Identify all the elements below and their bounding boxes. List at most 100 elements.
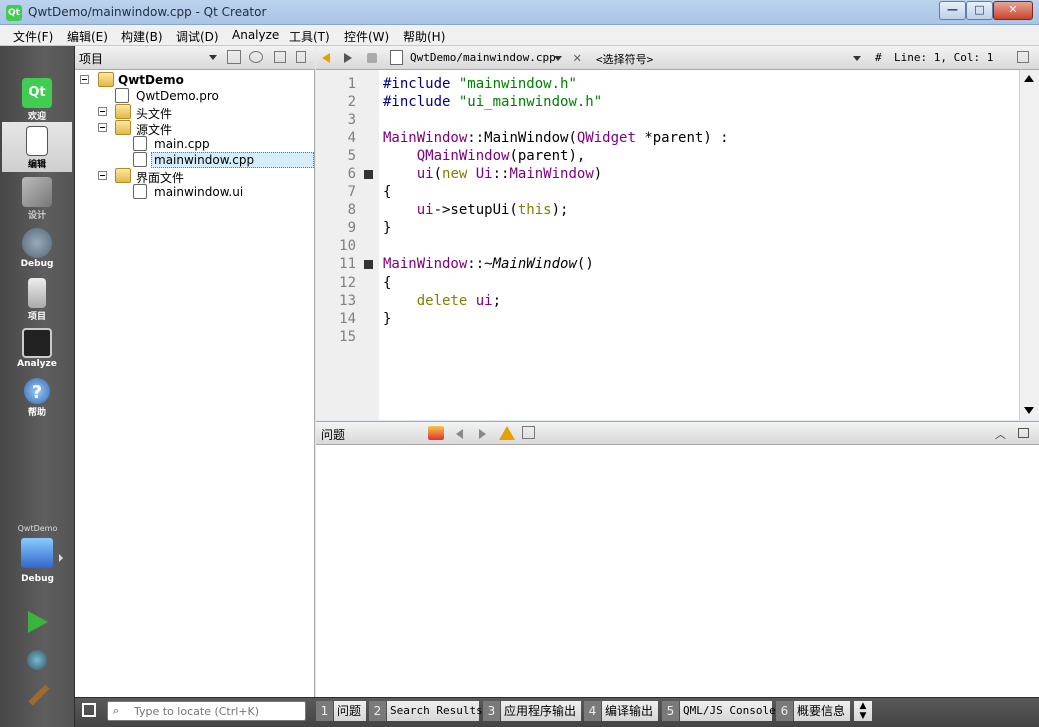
warning-filter-icon[interactable]: [499, 426, 515, 440]
folder-icon: [115, 120, 131, 135]
menu-bar: 文件(F) 编辑(E) 构建(B) 调试(D) Analyze 工具(T) 控件…: [0, 25, 1039, 46]
collapse-icon[interactable]: [98, 123, 107, 132]
output-tab-qml-console[interactable]: 5 QML/JS Console: [662, 701, 776, 721]
tab-number: 2: [369, 701, 386, 721]
close-document-icon[interactable]: ✕: [573, 50, 581, 66]
fold-marker-icon[interactable]: [364, 260, 373, 269]
tree-node-project[interactable]: QwtDemo: [80, 72, 310, 88]
document-dropdown-chevron-icon[interactable]: [554, 56, 562, 61]
menu-build[interactable]: 构建(B): [121, 28, 163, 45]
fold-marker-icon[interactable]: [364, 170, 373, 179]
cpp-file-icon: [133, 136, 147, 151]
locator-input[interactable]: [134, 703, 302, 719]
scroll-up-icon[interactable]: [1024, 75, 1034, 82]
filter-icon[interactable]: [522, 426, 535, 439]
minimize-button[interactable]: —: [939, 1, 966, 20]
line-number: 8: [347, 202, 356, 218]
code-line: {: [383, 275, 392, 291]
cursor-position: Line: 1, Col: 1: [894, 51, 994, 64]
mode-analyze[interactable]: Analyze: [2, 324, 72, 374]
next-issue-icon[interactable]: [479, 429, 486, 439]
tab-label: 概要信息: [794, 701, 850, 721]
menu-file[interactable]: 文件(F): [13, 28, 53, 45]
output-tab-summary[interactable]: 6 概要信息: [776, 701, 850, 721]
menu-debug[interactable]: 调试(D): [176, 28, 219, 45]
menu-tools[interactable]: 工具(T): [289, 28, 330, 45]
kit-chevron-icon[interactable]: [59, 554, 63, 562]
folder-icon: [115, 104, 131, 119]
symbol-dropdown-chevron-icon[interactable]: [853, 56, 861, 61]
close-pane-icon[interactable]: [296, 51, 306, 63]
debug-run-icon[interactable]: [27, 650, 47, 670]
collapse-icon[interactable]: [98, 107, 107, 116]
project-pane-header: 项目: [75, 46, 315, 70]
qt-creator-app-icon: Qt: [6, 5, 22, 21]
editor-vertical-scrollbar[interactable]: [1019, 70, 1039, 420]
filter-icon[interactable]: [227, 50, 241, 64]
tree-label-selected: mainwindow.cpp: [151, 152, 314, 168]
encoding-hash: #: [875, 51, 882, 64]
open-document-name[interactable]: QwtDemo/mainwindow.cpp: [410, 51, 556, 64]
tree-node-mainwindow-cpp[interactable]: mainwindow.cpp: [80, 152, 314, 168]
mode-help[interactable]: ? 帮助: [2, 374, 72, 424]
issues-list[interactable]: [316, 445, 1039, 697]
line-number: 5: [347, 148, 356, 164]
split-editor-icon[interactable]: [1017, 51, 1029, 63]
scroll-down-icon[interactable]: [1024, 407, 1034, 414]
menu-help[interactable]: 帮助(H): [403, 28, 445, 45]
mode-edit[interactable]: 编辑: [2, 122, 72, 172]
view-dropdown-chevron-icon[interactable]: [209, 55, 217, 60]
mode-debug[interactable]: Debug: [2, 224, 72, 274]
prev-issue-icon[interactable]: [456, 429, 463, 439]
output-tab-app-output[interactable]: 3 应用程序输出: [483, 701, 581, 721]
toggle-sidebar-icon[interactable]: [82, 703, 96, 717]
code-editor[interactable]: [379, 70, 1019, 420]
tree-label: QwtDemo.pro: [136, 89, 219, 103]
mode-label: 编辑: [27, 160, 46, 170]
line-number: 14: [339, 311, 356, 327]
symbol-selector[interactable]: <选择符号>: [596, 51, 653, 67]
back-arrow-icon[interactable]: [322, 53, 330, 63]
maximize-button[interactable]: □: [966, 1, 993, 20]
tree-node-sources[interactable]: 源文件: [80, 120, 310, 137]
output-tab-search-results[interactable]: 2 Search Results: [369, 701, 483, 721]
run-icon[interactable]: [28, 611, 48, 633]
code-line: ui(new Ui::MainWindow): [416, 166, 603, 182]
analyze-monitor-icon: [22, 328, 52, 358]
mode-welcome[interactable]: Qt 欢迎: [2, 74, 72, 124]
title-bar: Qt QwtDemo/mainwindow.cpp - Qt Creator —…: [0, 0, 1039, 25]
design-tools-icon: [22, 177, 52, 207]
menu-widgets[interactable]: 控件(W): [344, 28, 389, 45]
menu-analyze[interactable]: Analyze: [232, 28, 279, 42]
kit-computer-icon[interactable]: [21, 538, 53, 568]
issues-pane-title: 问题: [321, 428, 346, 442]
line-number: 12: [339, 275, 356, 291]
output-tab-issues[interactable]: 1 问题: [316, 701, 366, 721]
forward-arrow-icon[interactable]: [344, 53, 352, 63]
tree-node-headers[interactable]: 头文件: [80, 104, 310, 121]
maximize-pane-icon[interactable]: ︿: [995, 426, 1006, 442]
tab-number: 6: [776, 701, 793, 721]
tree-node-pro-file[interactable]: QwtDemo.pro: [80, 88, 310, 104]
sync-link-icon[interactable]: [249, 51, 263, 63]
code-line: MainWindow::MainWindow(QWidget *parent) …: [383, 130, 729, 146]
minimize-pane-icon[interactable]: [1018, 428, 1029, 438]
locator-box[interactable]: ⌕: [107, 701, 306, 721]
tree-node-forms[interactable]: 界面文件: [80, 168, 310, 185]
more-tabs-chevron-icon[interactable]: ▲ ▼: [854, 701, 872, 721]
tree-node-mainwindow-ui[interactable]: mainwindow.ui: [80, 184, 310, 200]
mode-design[interactable]: 设计: [2, 173, 72, 223]
line-number: 2: [347, 94, 356, 110]
mode-projects[interactable]: 项目: [2, 274, 72, 324]
build-hammer-icon[interactable]: [28, 684, 50, 706]
menu-edit[interactable]: 编辑(E): [67, 28, 108, 45]
output-tab-compile-output[interactable]: 4 编译输出: [584, 701, 658, 721]
tab-label: 应用程序输出: [501, 701, 581, 721]
collapse-icon[interactable]: [98, 171, 107, 180]
clear-issues-icon[interactable]: [428, 426, 444, 440]
collapse-icon[interactable]: [80, 75, 89, 84]
mode-label: 项目: [27, 312, 46, 322]
split-icon[interactable]: [274, 51, 286, 63]
close-button[interactable]: ✕: [993, 1, 1033, 20]
tree-node-main-cpp[interactable]: main.cpp: [80, 136, 310, 152]
